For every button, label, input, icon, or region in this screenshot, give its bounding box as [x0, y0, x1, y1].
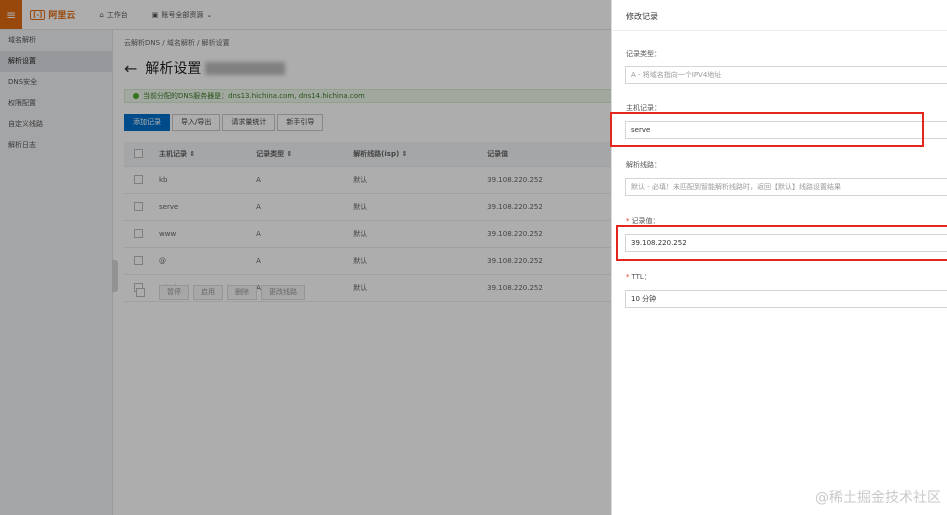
record-type-label: 记录类型：: [626, 50, 661, 58]
ttl-label-text: TTL：: [631, 273, 651, 281]
required-mark: *: [626, 273, 630, 281]
highlight-box-host: [610, 112, 924, 147]
modal-overlay[interactable]: [0, 0, 611, 515]
panel-divider: [612, 30, 947, 31]
panel-title: 修改记录: [626, 12, 658, 21]
resolution-line-label: 解析线路：: [626, 161, 661, 169]
edit-record-panel: 修改记录 记录类型： A - 将域名指向一个IPV4地址 主机记录： serve…: [610, 0, 947, 515]
highlight-box-value: [616, 225, 947, 261]
resolution-line-select[interactable]: 默认 - 必填！未匹配到智能解析线路时，返回【默认】线路设置结果: [625, 178, 947, 196]
ttl-select[interactable]: 10 分钟: [625, 290, 947, 308]
record-value-label-text: 记录值：: [631, 217, 660, 225]
watermark: @稀土掘金技术社区: [815, 490, 941, 506]
required-mark: *: [626, 217, 630, 225]
ttl-label: * TTL：: [626, 272, 651, 282]
record-type-select[interactable]: A - 将域名指向一个IPV4地址: [625, 66, 947, 84]
